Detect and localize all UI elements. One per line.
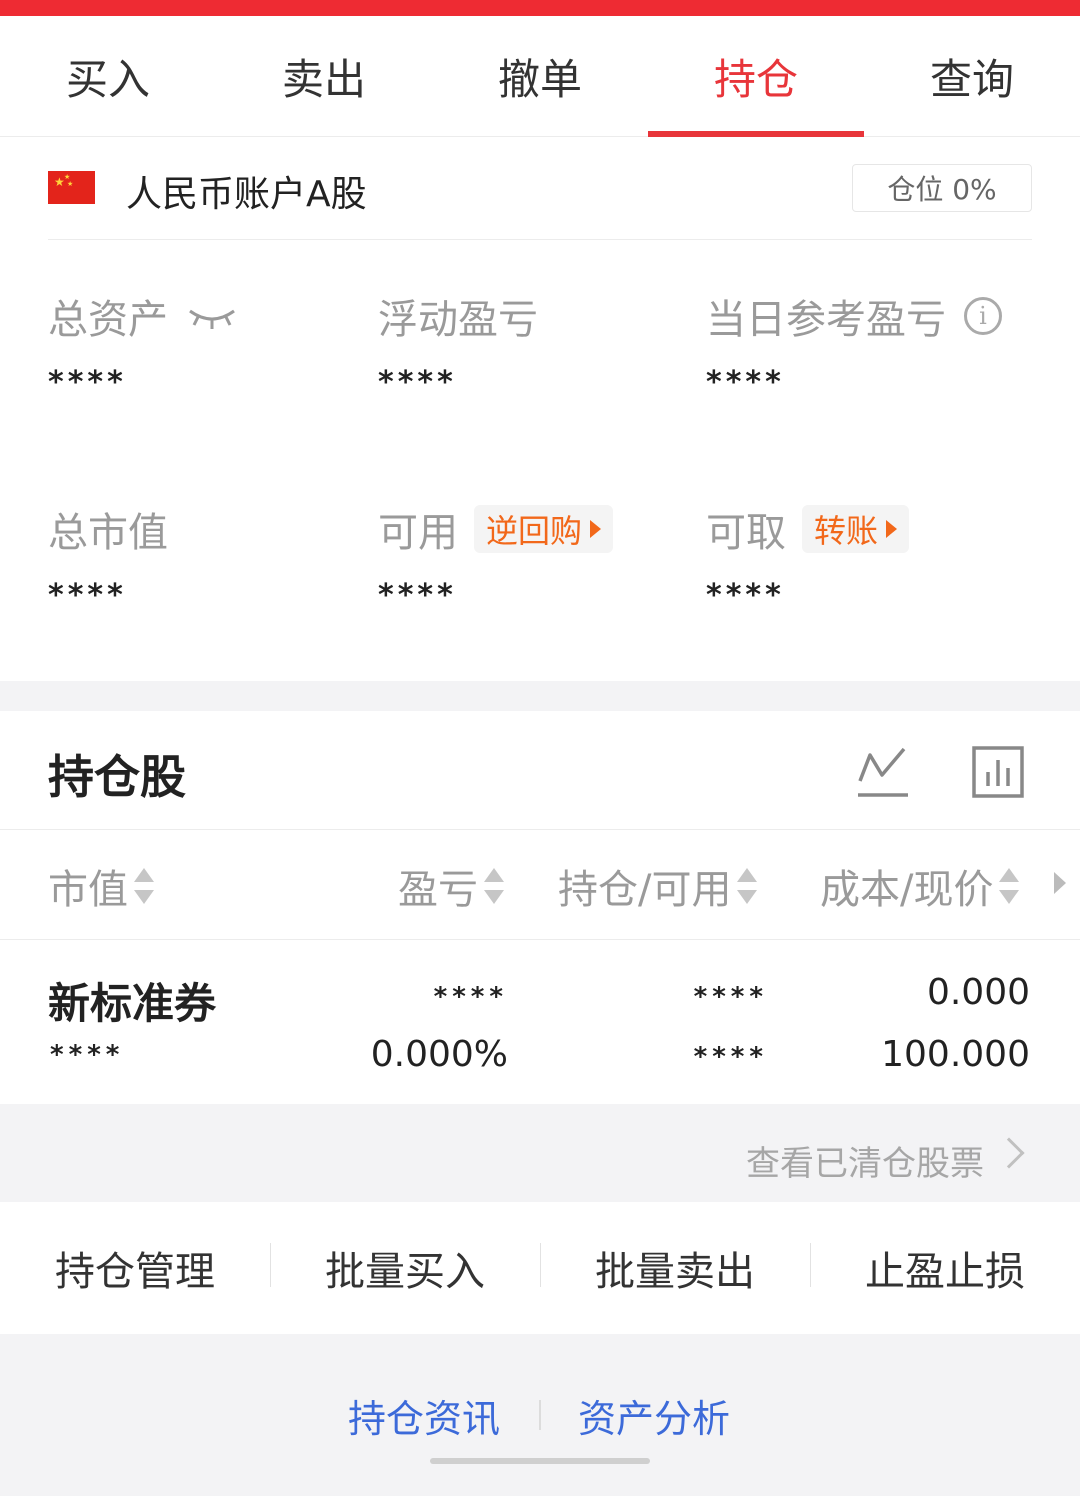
stat-market-value: 总市值 **** bbox=[48, 500, 168, 613]
play-arrow-icon bbox=[590, 520, 602, 538]
transfer-label: 转账 bbox=[814, 512, 879, 550]
asset-analysis-link[interactable]: 资产分析 bbox=[578, 1388, 730, 1443]
trade-tab-bar: 买入 卖出 撤单 持仓 查询 bbox=[0, 16, 1080, 137]
holdings-news-link[interactable]: 持仓资讯 bbox=[348, 1388, 500, 1443]
view-cleared-stocks-link[interactable]: 查看已清仓股票 bbox=[0, 1104, 1080, 1202]
stat-available: 可用 逆回购 **** bbox=[378, 500, 614, 613]
holdings-table-header: 市值 盈亏 持仓/可用 成本/现价 bbox=[0, 829, 1080, 940]
batch-buy-button[interactable]: 批量买入 bbox=[270, 1239, 540, 1297]
bar-chart-icon[interactable] bbox=[972, 746, 1024, 798]
position-management-button[interactable]: 持仓管理 bbox=[0, 1239, 270, 1297]
stock-available: **** bbox=[693, 1042, 768, 1072]
stock-cost: 0.000 bbox=[926, 972, 1030, 1013]
stat-label: 浮动盈亏 bbox=[378, 297, 538, 343]
stat-label: 当日参考盈亏 bbox=[706, 297, 946, 343]
sort-icon bbox=[999, 866, 1020, 906]
stat-value: **** bbox=[706, 578, 785, 613]
china-flag-icon: ★ ★ ★ bbox=[48, 171, 95, 204]
stock-position: **** bbox=[693, 982, 768, 1012]
column-label: 持仓/可用 bbox=[558, 866, 732, 913]
stat-label: 可用 bbox=[378, 510, 458, 556]
tab-sell[interactable]: 卖出 bbox=[216, 16, 432, 136]
tab-buy[interactable]: 买入 bbox=[0, 16, 216, 136]
account-summary: ★ ★ ★ 人民币账户A股 仓位 0% 总资产 **** 浮动盈亏 **** 当日参… bbox=[0, 137, 1080, 681]
sort-icon bbox=[134, 866, 154, 906]
stock-pl: **** bbox=[433, 982, 508, 1012]
account-name: 人民币账户A股 bbox=[126, 174, 367, 215]
holding-actions-bar: 持仓管理 批量买入 批量卖出 止盈止损 bbox=[0, 1202, 1080, 1334]
holdings-section: 持仓股 市值 盈亏 持仓/可用 成本/现价 新标准券 **** **** 0.0… bbox=[0, 711, 1080, 1104]
tab-positions[interactable]: 持仓 bbox=[648, 16, 864, 137]
stat-value: **** bbox=[378, 365, 457, 400]
reverse-repo-label: 逆回购 bbox=[486, 512, 583, 550]
home-indicator bbox=[430, 1458, 650, 1464]
table-row[interactable]: 新标准券 **** **** 0.000% **** **** 0.000 10… bbox=[0, 940, 1080, 1104]
account-header: ★ ★ ★ 人民币账户A股 仓位 0% bbox=[48, 137, 1032, 240]
more-columns-arrow-icon[interactable] bbox=[1054, 872, 1066, 894]
stat-label: 总资产 bbox=[48, 297, 168, 343]
column-market-value[interactable]: 市值 bbox=[48, 830, 154, 941]
stock-pl-pct: 0.000% bbox=[370, 1034, 508, 1075]
tab-query[interactable]: 查询 bbox=[864, 16, 1080, 136]
column-label: 成本/现价 bbox=[820, 866, 994, 913]
column-position[interactable]: 持仓/可用 bbox=[558, 830, 758, 941]
chevron-right-icon bbox=[993, 1137, 1025, 1169]
column-pl[interactable]: 盈亏 bbox=[398, 830, 504, 941]
position-ratio-badge: 仓位 0% bbox=[852, 164, 1032, 212]
eye-closed-icon[interactable] bbox=[186, 301, 238, 331]
transfer-button[interactable]: 转账 bbox=[802, 505, 910, 553]
take-profit-stop-loss-button[interactable]: 止盈止损 bbox=[810, 1239, 1080, 1297]
sort-icon bbox=[737, 866, 758, 906]
stat-label: 总市值 bbox=[48, 510, 168, 556]
column-label: 市值 bbox=[48, 866, 128, 913]
stat-daily-pl: 当日参考盈亏 i **** bbox=[706, 287, 1002, 400]
status-accent-bar bbox=[0, 0, 1080, 16]
stock-name: 新标准券 bbox=[48, 979, 217, 1028]
stat-floating-pl: 浮动盈亏 **** bbox=[378, 287, 538, 400]
holdings-title: 持仓股 bbox=[48, 750, 186, 804]
column-label: 盈亏 bbox=[398, 866, 478, 913]
stat-value: **** bbox=[706, 365, 785, 400]
bottom-links: 持仓资讯 资产分析 bbox=[0, 1334, 1080, 1496]
info-icon[interactable]: i bbox=[964, 297, 1002, 335]
tab-cancel[interactable]: 撤单 bbox=[432, 16, 648, 136]
stat-value: **** bbox=[48, 578, 127, 613]
play-arrow-icon bbox=[886, 520, 898, 538]
column-cost-price[interactable]: 成本/现价 bbox=[820, 830, 1020, 941]
batch-sell-button[interactable]: 批量卖出 bbox=[540, 1239, 810, 1297]
stat-total-assets: 总资产 **** bbox=[48, 287, 238, 400]
stat-label: 可取 bbox=[706, 510, 786, 556]
stat-withdrawable: 可取 转账 **** bbox=[706, 500, 910, 613]
reverse-repo-button[interactable]: 逆回购 bbox=[474, 505, 614, 553]
stock-price: 100.000 bbox=[881, 1034, 1030, 1075]
cleared-link-label: 查看已清仓股票 bbox=[746, 1144, 984, 1184]
stat-value: **** bbox=[48, 365, 127, 400]
divider bbox=[539, 1400, 541, 1430]
stock-market-value: **** bbox=[50, 1040, 125, 1070]
sort-icon bbox=[484, 866, 504, 906]
stat-value: **** bbox=[378, 578, 457, 613]
line-chart-icon[interactable] bbox=[856, 745, 910, 799]
